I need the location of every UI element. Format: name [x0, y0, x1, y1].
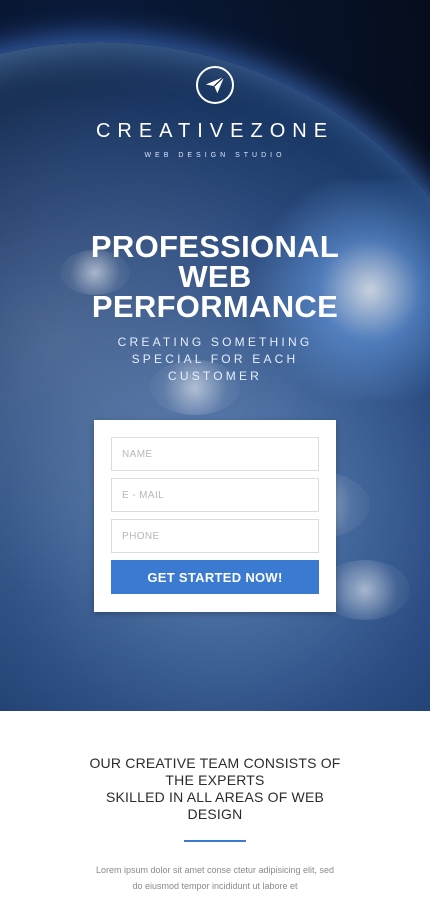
hero-headline-line: PROFESSIONAL: [90, 229, 340, 264]
signup-form: NAME E - MAIL PHONE GET STARTED NOW!: [94, 420, 336, 612]
about-body-line: do eiusmod tempor incididunt ut labore e…: [132, 881, 298, 891]
hero-headline-line: PERFORMANCE: [91, 289, 339, 324]
about-title-line: THE EXPERTS: [165, 772, 265, 788]
logo[interactable]: CREATIVEZONE WEB DESIGN STUDIO: [0, 66, 430, 159]
get-started-button[interactable]: GET STARTED NOW!: [111, 560, 319, 594]
hero-subheadline: CREATING SOMETHING SPECIAL FOR EACH CUST…: [0, 334, 430, 385]
name-input[interactable]: NAME: [111, 437, 319, 471]
brand-name: CREATIVEZONE: [95, 120, 335, 142]
email-input[interactable]: E - MAIL: [111, 478, 319, 512]
hero-section: CREATIVEZONE WEB DESIGN STUDIO PROFESSIO…: [0, 0, 430, 711]
about-title-line: OUR CREATIVE TEAM CONSISTS OF: [89, 755, 341, 771]
hero-headline: PROFESSIONAL WEB PERFORMANCE: [0, 229, 430, 324]
about-section: OUR CREATIVE TEAM CONSISTS OF THE EXPERT…: [0, 711, 430, 900]
about-body-line: Lorem ipsum dolor sit amet conse ctetur …: [95, 865, 335, 875]
hero-subheadline-line: CREATING SOMETHING: [117, 335, 313, 349]
brand-tagline: WEB DESIGN STUDIO: [144, 152, 286, 159]
about-title-line: DESIGN: [187, 806, 243, 822]
name-placeholder: NAME: [122, 448, 153, 460]
phone-placeholder: PHONE: [122, 530, 160, 542]
hero-headline-line: WEB: [178, 259, 252, 294]
about-body: Lorem ipsum dolor sit amet conse ctetur …: [0, 862, 430, 894]
hero-subheadline-line: CUSTOMER: [167, 369, 263, 383]
paper-plane-icon: [196, 66, 234, 104]
section-divider: [184, 840, 246, 842]
about-title-line: SKILLED IN ALL AREAS OF WEB: [105, 789, 325, 805]
phone-input[interactable]: PHONE: [111, 519, 319, 553]
hero-subheadline-line: SPECIAL FOR EACH: [131, 352, 299, 366]
email-placeholder: E - MAIL: [122, 489, 165, 501]
about-title: OUR CREATIVE TEAM CONSISTS OF THE EXPERT…: [0, 755, 430, 823]
